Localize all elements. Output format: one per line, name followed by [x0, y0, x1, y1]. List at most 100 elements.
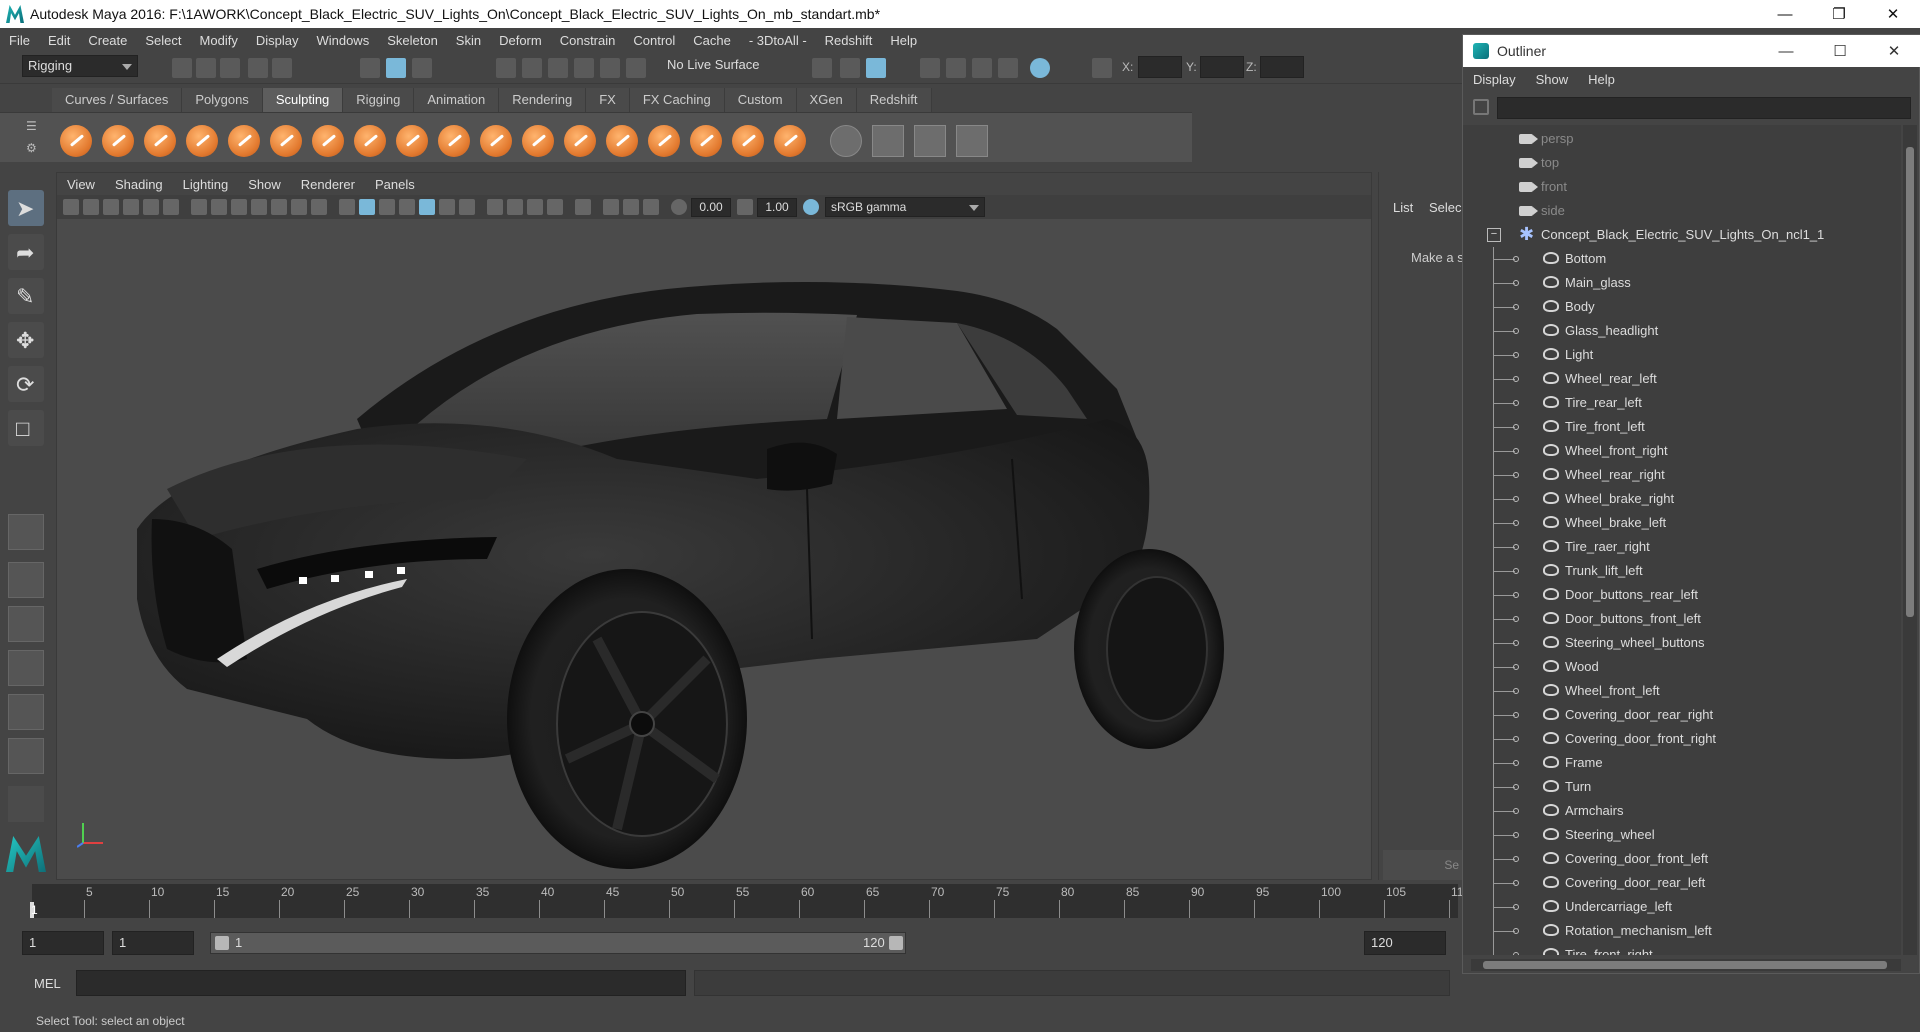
menu-select[interactable]: Select [136, 33, 190, 48]
wax-brush-icon[interactable] [480, 125, 512, 157]
open-scene-icon[interactable] [196, 58, 216, 78]
menu-cache[interactable]: Cache [684, 33, 740, 48]
select-hierarchy-icon[interactable] [360, 58, 380, 78]
tab-list[interactable]: List [1393, 200, 1413, 215]
tab-curves-surfaces[interactable]: Curves / Surfaces [52, 88, 183, 112]
restore-icon[interactable]: ❐ [1812, 0, 1866, 28]
snap-grid-icon[interactable] [496, 58, 516, 78]
new-scene-icon[interactable] [172, 58, 192, 78]
outliner-mesh-row[interactable]: Tire_raer_right [1463, 535, 1901, 559]
safe-title-icon[interactable] [311, 199, 327, 215]
outliner-mesh-row[interactable]: Tire_front_right [1463, 943, 1901, 955]
vp-menu-shading[interactable]: Shading [105, 177, 173, 192]
scrollbar-thumb[interactable] [1906, 147, 1914, 617]
grid-icon[interactable] [191, 199, 207, 215]
freeze-brush-icon[interactable] [774, 125, 806, 157]
isolate-select-icon[interactable] [575, 199, 591, 215]
range-start-field[interactable]: 1 [112, 931, 194, 955]
collapse-icon[interactable]: − [1487, 228, 1501, 242]
repeat-brush-icon[interactable] [396, 125, 428, 157]
menu-edit[interactable]: Edit [39, 33, 79, 48]
vp-menu-lighting[interactable]: Lighting [173, 177, 239, 192]
tab-sculpting[interactable]: Sculpting [262, 88, 344, 112]
xray-icon[interactable] [603, 199, 619, 215]
outliner-mesh-row[interactable]: Turn [1463, 775, 1901, 799]
wireframe-icon[interactable] [339, 199, 355, 215]
outliner-mesh-row[interactable]: Frame [1463, 751, 1901, 775]
outliner-search-input[interactable] [1497, 97, 1911, 119]
relax-brush-icon[interactable] [144, 125, 176, 157]
texture-deformer-icon[interactable] [872, 125, 904, 157]
safe-action-icon[interactable] [291, 199, 307, 215]
tab-fx-caching[interactable]: FX Caching [629, 88, 725, 112]
outliner-camera-row[interactable]: front [1463, 175, 1901, 199]
construction-history-icon[interactable] [866, 58, 886, 78]
move-tool-button[interactable]: ✥ [8, 322, 44, 358]
use-all-lights-icon[interactable] [439, 199, 455, 215]
outliner-menu-show[interactable]: Show [1526, 72, 1579, 87]
live-surface-field[interactable]: No Live Surface [662, 55, 788, 77]
outliner-menu-display[interactable]: Display [1463, 72, 1526, 87]
menu-skin[interactable]: Skin [447, 33, 490, 48]
outliner-mesh-row[interactable]: Tire_rear_left [1463, 391, 1901, 415]
ipr-render-icon[interactable] [972, 58, 992, 78]
snap-view-icon[interactable] [574, 58, 594, 78]
outliner-mesh-row[interactable]: Wheel_brake_right [1463, 487, 1901, 511]
vp-menu-show[interactable]: Show [238, 177, 291, 192]
depth-of-field-icon[interactable] [547, 199, 563, 215]
outliner-mesh-row[interactable]: Undercarriage_left [1463, 895, 1901, 919]
outliner-mesh-row[interactable]: Door_buttons_front_left [1463, 607, 1901, 631]
select-tool-button[interactable]: ➤ [8, 190, 44, 226]
tab-rigging[interactable]: Rigging [343, 88, 415, 112]
render-view-icon[interactable] [920, 58, 940, 78]
outliner-mesh-row[interactable]: Steering_wheel [1463, 823, 1901, 847]
save-scene-icon[interactable] [220, 58, 240, 78]
start-frame-field[interactable]: 1 [22, 931, 104, 955]
camera-select-icon[interactable] [63, 199, 79, 215]
gamma-field[interactable]: 1.00 [757, 198, 797, 217]
xray-components-icon[interactable] [643, 199, 659, 215]
gate-mask-icon[interactable] [251, 199, 267, 215]
tab-selected[interactable]: Selec [1429, 200, 1462, 215]
outliner-mesh-row[interactable]: Covering_door_front_right [1463, 727, 1901, 751]
output-ops-icon[interactable] [840, 58, 860, 78]
minimize-icon[interactable]: — [1758, 0, 1812, 28]
playback-range-slider[interactable]: 1 120 [210, 932, 906, 954]
outliner-mesh-row[interactable]: Covering_door_front_left [1463, 847, 1901, 871]
image-plane-icon[interactable] [123, 199, 139, 215]
mel-input[interactable] [76, 970, 686, 996]
tab-animation[interactable]: Animation [414, 88, 500, 112]
outliner-group-row[interactable]: − ✱ Concept_Black_Electric_SUV_Lights_On_n… [1463, 223, 1901, 247]
outliner-mesh-row[interactable]: Bottom [1463, 247, 1901, 271]
tab-fx[interactable]: FX [586, 88, 630, 112]
menu-control[interactable]: Control [624, 33, 684, 48]
snap-curve-icon[interactable] [522, 58, 542, 78]
screen-space-ao-icon[interactable] [487, 199, 503, 215]
snap-point-icon[interactable] [548, 58, 568, 78]
sculpt-settings-icon[interactable] [830, 125, 862, 157]
mel-label[interactable]: MEL [34, 976, 61, 991]
knife-brush-icon[interactable] [606, 125, 638, 157]
gamma-icon[interactable] [737, 199, 753, 215]
outliner-mesh-row[interactable]: Covering_door_rear_right [1463, 703, 1901, 727]
textured-icon[interactable] [419, 199, 435, 215]
close-icon[interactable]: ✕ [1866, 0, 1920, 28]
tab-custom[interactable]: Custom [724, 88, 797, 112]
outliner-mesh-row[interactable]: Door_buttons_rear_left [1463, 583, 1901, 607]
minimize-icon[interactable]: — [1759, 35, 1813, 67]
grease-pencil-icon[interactable] [163, 199, 179, 215]
menu-windows[interactable]: Windows [307, 33, 378, 48]
exposure-icon[interactable] [671, 199, 687, 215]
outliner-mesh-row[interactable]: Main_glass [1463, 271, 1901, 295]
scrape-brush-icon[interactable] [522, 125, 554, 157]
2d-pan-zoom-icon[interactable] [143, 199, 159, 215]
redo-icon[interactable] [272, 58, 292, 78]
outliner-mesh-row[interactable]: Wood [1463, 655, 1901, 679]
outliner-vertical-scrollbar[interactable] [1903, 125, 1917, 955]
end-frame-field[interactable]: 120 [1364, 931, 1446, 955]
side-panel-button[interactable]: Se [1383, 850, 1463, 880]
tab-redshift[interactable]: Redshift [856, 88, 932, 112]
menu-modify[interactable]: Modify [191, 33, 247, 48]
render-layout-button[interactable] [8, 738, 44, 774]
outliner-mesh-row[interactable]: Rotation_mechanism_left [1463, 919, 1901, 943]
